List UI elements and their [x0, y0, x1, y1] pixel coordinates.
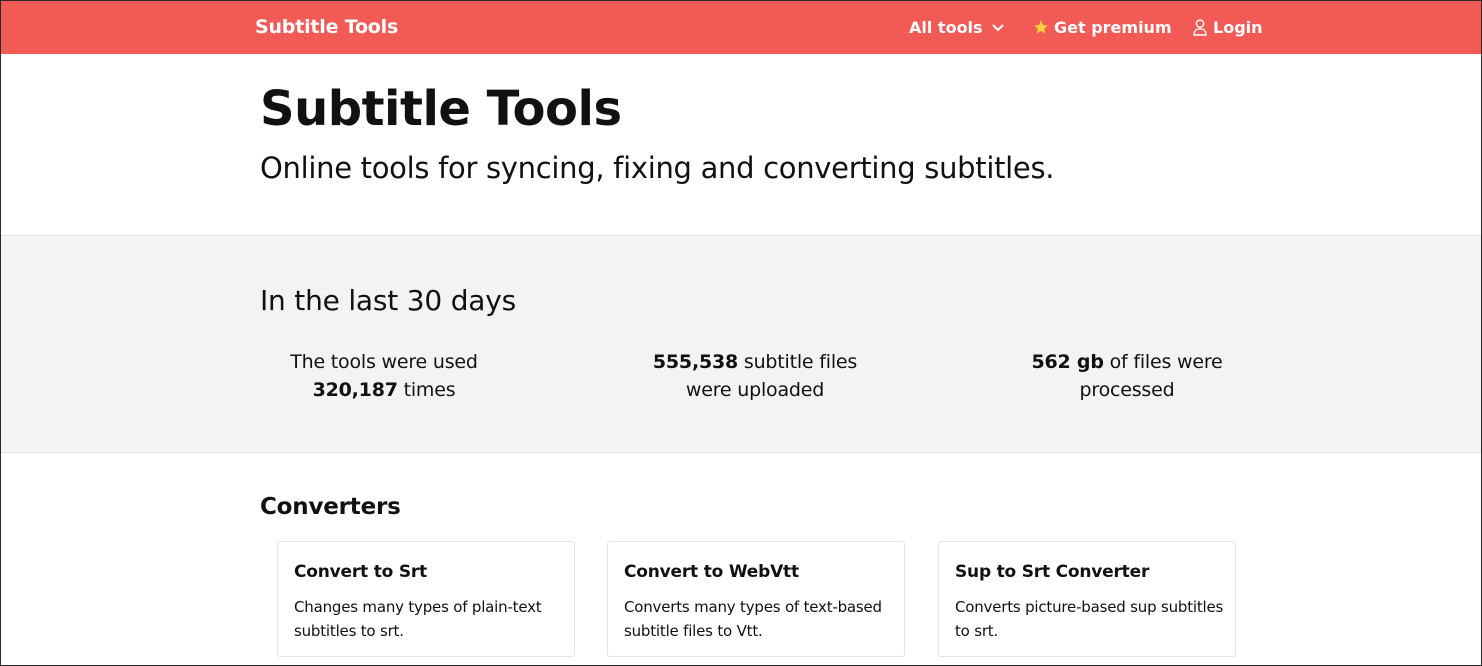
- brand-logo-link[interactable]: Subtitle Tools: [255, 16, 398, 38]
- card-description: Converts many types of text-based subtit…: [624, 598, 882, 640]
- stat-files-uploaded: 555,538 subtitle files were uploaded: [605, 348, 905, 404]
- stat-data-processed-suffix-2: processed: [1079, 379, 1175, 401]
- all-tools-dropdown[interactable]: All tools: [909, 18, 1004, 37]
- sup-to-srt-converter-card[interactable]: Sup to Srt Converter Converts picture-ba…: [938, 541, 1236, 657]
- converters-heading: Converters: [260, 494, 401, 520]
- user-icon: [1193, 19, 1207, 36]
- convert-to-srt-card[interactable]: Convert to Srt Changes many types of pla…: [277, 541, 575, 657]
- top-navbar: Subtitle Tools All tools Get premium Log…: [1, 1, 1481, 54]
- card-title: Sup to Srt Converter: [955, 562, 1150, 582]
- stats-heading: In the last 30 days: [260, 284, 516, 317]
- all-tools-label: All tools: [909, 18, 983, 37]
- stat-tools-used-prefix: The tools were used: [290, 351, 478, 373]
- card-title: Convert to WebVtt: [624, 562, 799, 582]
- stat-files-uploaded-suffix-2: were uploaded: [685, 379, 825, 401]
- stat-data-processed-suffix-1: of files were: [1109, 351, 1223, 373]
- stats-section: In the last 30 days The tools were used …: [1, 235, 1481, 453]
- stat-files-uploaded-suffix-1: subtitle files: [743, 351, 858, 373]
- get-premium-label: Get premium: [1054, 18, 1172, 37]
- card-description: Changes many types of plain-text subtitl…: [294, 598, 542, 640]
- page-title: Subtitle Tools: [260, 81, 622, 137]
- chevron-down-icon: [992, 24, 1004, 31]
- stat-files-uploaded-value: 555,538: [652, 351, 739, 373]
- convert-to-webvtt-card[interactable]: Convert to WebVtt Converts many types of…: [607, 541, 905, 657]
- get-premium-link[interactable]: Get premium: [1032, 18, 1172, 37]
- stat-tools-used: The tools were used 320,187 times: [234, 348, 534, 404]
- stat-data-processed: 562 gb of files were processed: [977, 348, 1277, 404]
- login-link[interactable]: Login: [1193, 18, 1263, 37]
- login-label: Login: [1213, 18, 1263, 37]
- card-title: Convert to Srt: [294, 562, 427, 582]
- stat-tools-used-value: 320,187: [312, 379, 398, 401]
- star-icon: [1033, 20, 1049, 34]
- stat-data-processed-value: 562 gb: [1031, 351, 1104, 373]
- stat-tools-used-suffix: times: [403, 379, 456, 401]
- page-subtitle: Online tools for syncing, fixing and con…: [260, 151, 1055, 185]
- card-description: Converts picture-based sup subtitles to …: [955, 598, 1224, 640]
